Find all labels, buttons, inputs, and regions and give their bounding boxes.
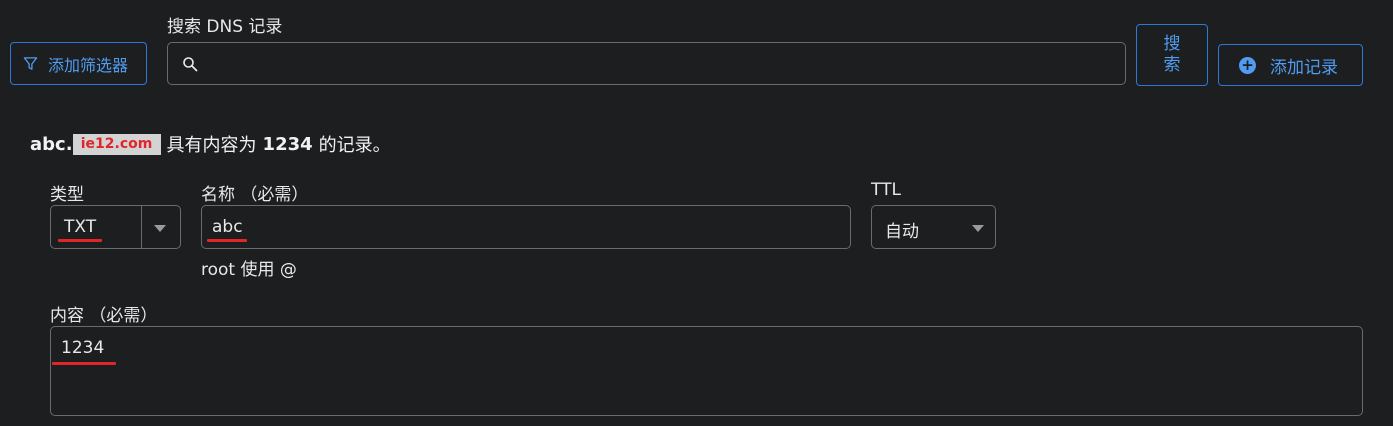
search-label: 搜索 DNS 记录 (167, 17, 283, 37)
record-summary: abc. ie12.com 具有内容为 1234 的记录。 (30, 131, 391, 157)
chevron-down-icon (154, 225, 166, 232)
name-label: 名称 （必需） (201, 185, 309, 205)
name-input[interactable]: abc (201, 205, 851, 249)
content-value: 1234 (61, 338, 105, 358)
name-hint: root 使用 @ (201, 260, 297, 280)
search-input[interactable] (167, 42, 1126, 85)
add-record-button[interactable]: + 添加记录 (1218, 44, 1363, 86)
select-divider (141, 206, 142, 248)
ttl-select[interactable]: 自动 (871, 205, 996, 249)
highlight-underline (58, 239, 102, 242)
type-label: 类型 (50, 185, 84, 205)
type-value: TXT (64, 217, 97, 237)
add-filter-label: 添加筛选器 (48, 55, 129, 75)
name-value: abc (212, 217, 243, 237)
highlight-underline (52, 362, 116, 365)
highlight-underline (207, 239, 247, 242)
add-record-label: 添加记录 (1270, 57, 1338, 78)
plus-circle-icon: + (1239, 56, 1256, 74)
content-textarea[interactable]: 1234 (50, 326, 1363, 416)
ttl-label: TTL (871, 180, 901, 200)
summary-content-value: 1234 (262, 133, 313, 155)
filter-icon (23, 57, 38, 70)
summary-text-middle: 具有内容为 (166, 135, 257, 156)
search-icon (183, 56, 198, 71)
content-label: 内容 （必需） (50, 306, 158, 326)
summary-text-end: 的记录。 (318, 135, 391, 156)
search-button-label-2: 索 (1163, 55, 1181, 75)
ttl-value: 自动 (885, 222, 919, 242)
chevron-down-icon (972, 225, 984, 232)
type-select[interactable]: TXT (50, 205, 181, 249)
watermark-badge: ie12.com (72, 133, 161, 155)
add-filter-button[interactable]: 添加筛选器 (10, 42, 147, 85)
search-button-label-1: 搜 (1163, 34, 1181, 54)
summary-name-prefix: abc. (30, 133, 73, 155)
search-button[interactable]: 搜 索 (1136, 24, 1208, 86)
